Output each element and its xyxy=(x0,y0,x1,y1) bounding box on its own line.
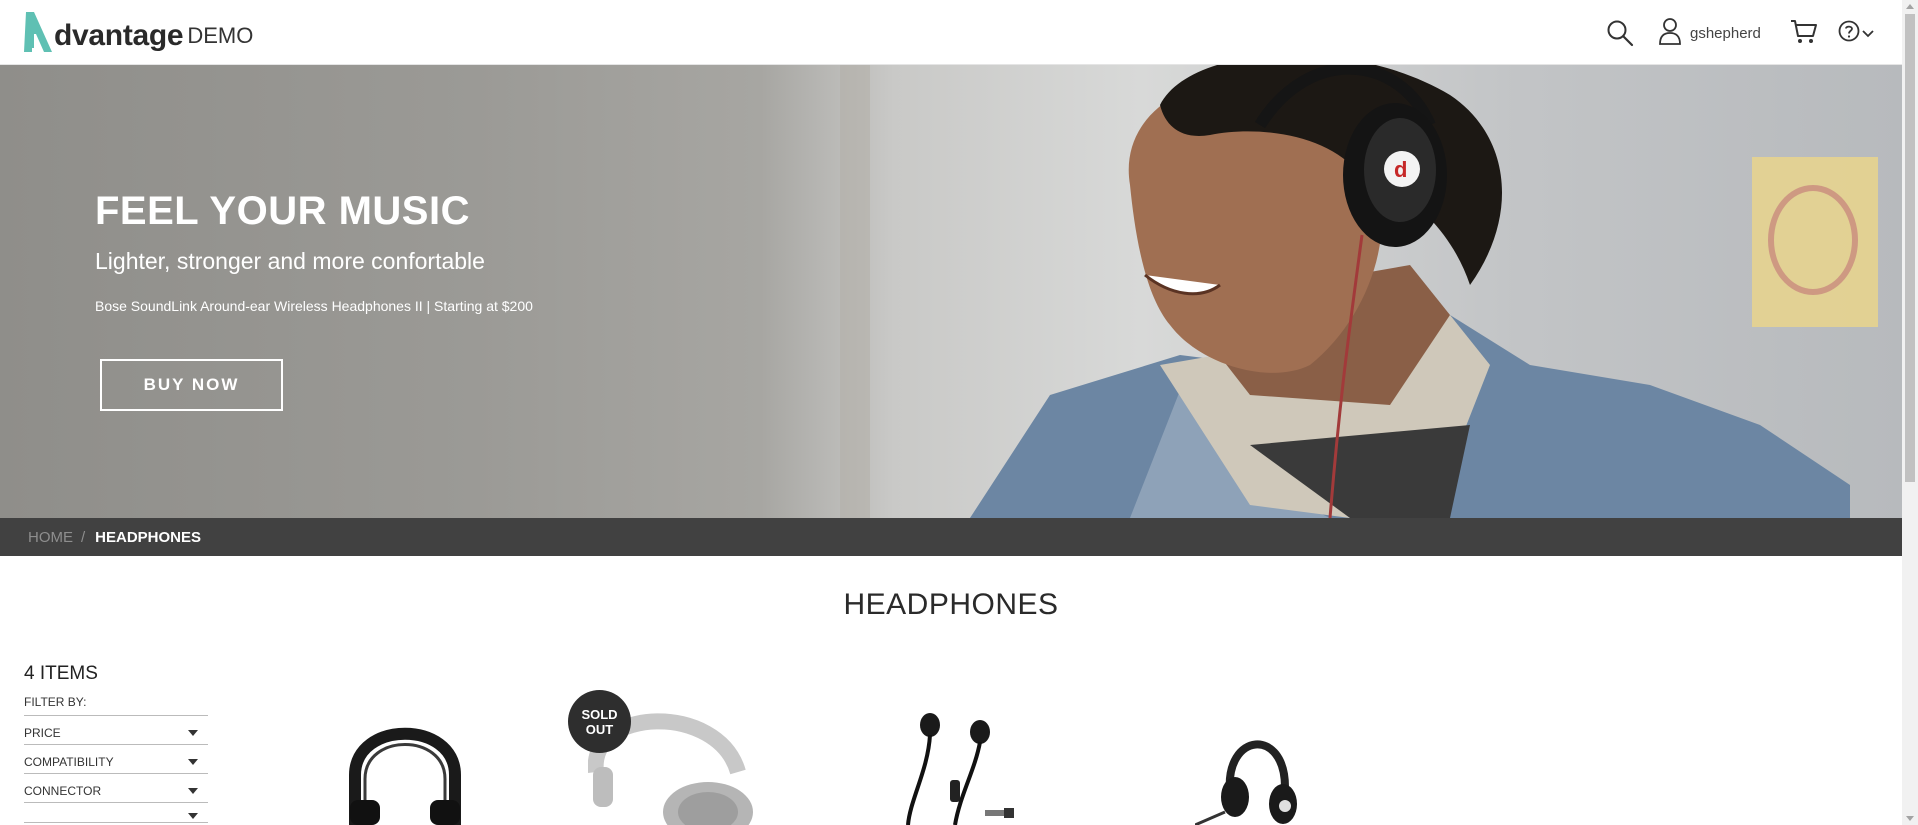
cart-icon[interactable] xyxy=(1790,18,1818,46)
search-icon[interactable] xyxy=(1606,19,1634,47)
logo-suffix: DEMO xyxy=(187,23,254,48)
caret-down-icon xyxy=(188,759,198,765)
hero-person-image: d xyxy=(970,65,1850,518)
filter-connector[interactable]: CONNECTOR xyxy=(24,774,208,803)
logo-text: dvantage xyxy=(54,19,184,52)
filter-by-label: FILTER BY: xyxy=(24,695,208,716)
user-menu[interactable]: gshepherd xyxy=(1658,17,1761,50)
site-header: dvantage DEMO gshepherd xyxy=(0,0,1902,65)
caret-down-icon xyxy=(188,812,198,819)
page-title: HEADPHONES xyxy=(843,588,1059,621)
sold-out-text: SOLD OUT xyxy=(581,706,618,737)
product-image-earbuds-3[interactable] xyxy=(900,710,1030,825)
hero-subtitle: Lighter, stronger and more confortable xyxy=(95,248,485,274)
breadcrumb-current: HEADPHONES xyxy=(95,528,202,546)
help-menu[interactable] xyxy=(1838,20,1874,47)
hero-title: FEEL YOUR MUSIC xyxy=(95,189,470,233)
chevron-down-icon xyxy=(1862,25,1874,43)
breadcrumb-separator: / xyxy=(81,528,86,546)
scroll-down-icon[interactable] xyxy=(1906,816,1914,821)
filter-label: COMPATIBILITY xyxy=(24,755,114,769)
items-count: 4 ITEMS xyxy=(24,663,98,684)
product-image-headphones-1[interactable] xyxy=(345,715,465,825)
user-icon xyxy=(1658,17,1682,50)
filter-label: PRICE xyxy=(24,726,61,740)
filter-compatibility[interactable]: COMPATIBILITY xyxy=(24,745,208,774)
product-image-headset-4[interactable] xyxy=(1195,722,1305,825)
logo-a-icon xyxy=(24,12,52,52)
scrollbar-thumb[interactable] xyxy=(1905,14,1915,482)
username-label: gshepherd xyxy=(1690,24,1761,42)
caret-down-icon xyxy=(188,730,198,736)
hero-background-window xyxy=(840,65,870,518)
svg-text:d: d xyxy=(1394,157,1407,182)
caret-down-icon xyxy=(188,788,198,794)
filter-label: CONNECTOR xyxy=(24,784,102,798)
hero-banner: d FEEL YOUR MUSIC Lighter, stronger and … xyxy=(0,65,1902,518)
filter-price[interactable]: PRICE xyxy=(24,716,208,745)
scroll-up-icon[interactable] xyxy=(1906,4,1914,9)
logo[interactable]: dvantage DEMO xyxy=(22,8,253,56)
filter-sidebar: 4 ITEMS FILTER BY: PRICE COMPATIBILITY C… xyxy=(24,663,208,823)
filter-more[interactable] xyxy=(24,803,208,823)
sold-out-badge: SOLD OUT xyxy=(568,690,631,753)
breadcrumb: HOME / HEADPHONES xyxy=(0,518,1902,556)
buy-now-button[interactable]: BUY NOW xyxy=(100,359,283,411)
breadcrumb-home-link[interactable]: HOME xyxy=(28,529,73,546)
help-icon xyxy=(1838,20,1860,47)
vertical-scrollbar[interactable] xyxy=(1902,0,1918,825)
hero-description: Bose SoundLink Around-ear Wireless Headp… xyxy=(95,298,533,314)
